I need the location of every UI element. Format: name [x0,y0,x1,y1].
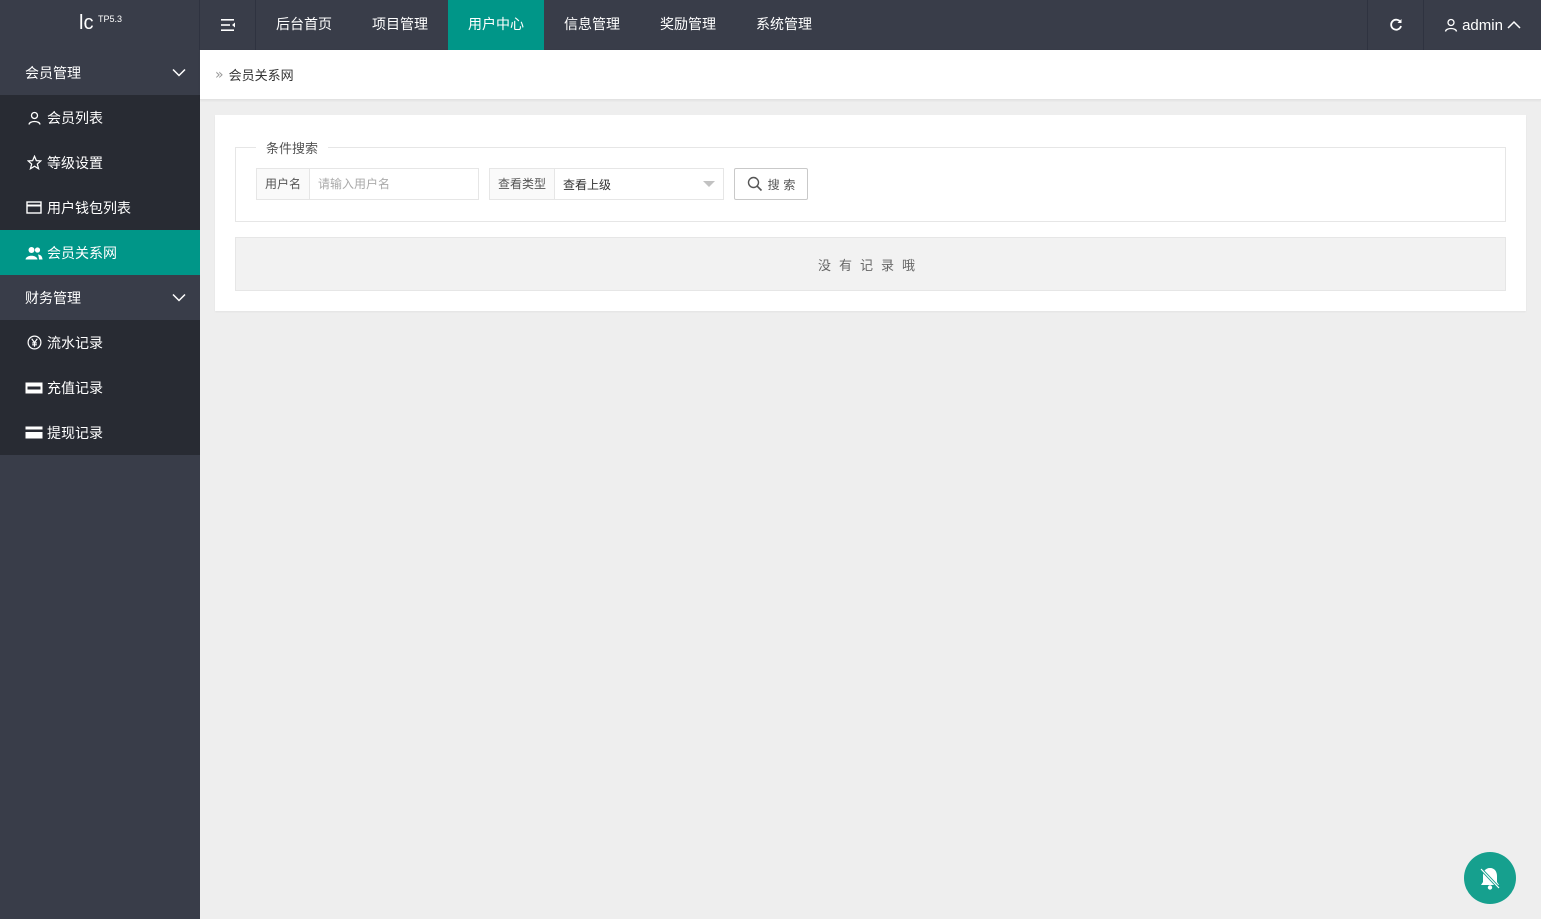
empty-state-text: 没有记录哦 [817,258,923,274]
user-menu[interactable]: admin [1423,0,1541,50]
sidebar-item-member-list[interactable]: 会员列表 [0,95,200,140]
sidebar-group-members[interactable]: 会员管理 [0,50,200,95]
sidebar-item-label: 提现记录 [47,425,103,442]
nav-projects[interactable]: 项目管理 [352,0,448,50]
content-panel: 条件搜索 用户名 查看类型 查看上级 搜 索 没有记录哦 [215,115,1526,311]
nav-system[interactable]: 系统管理 [736,0,832,50]
users-icon [25,246,43,259]
sidebar-item-label: 用户钱包列表 [47,200,131,217]
search-button[interactable]: 搜 索 [734,168,809,200]
search-fieldset: 条件搜索 用户名 查看类型 查看上级 搜 索 [235,138,1506,222]
caret-down-icon [703,181,716,187]
sidebar: 会员管理 会员列表 等级设置 用户钱包列表 会员关系网 财务管理 流水记录 充值… [0,50,200,919]
double-chevron-icon: » [215,66,224,83]
username-label: 用户名 [257,169,311,199]
view-type-select[interactable]: 查看上级 [555,169,723,199]
credit-card-icon [25,426,43,439]
sidebar-group-label: 会员管理 [25,65,81,82]
search-form: 用户名 查看类型 查看上级 搜 索 [256,168,809,200]
nav-dashboard[interactable]: 后台首页 [256,0,352,50]
sidebar-item-wallet-list[interactable]: 用户钱包列表 [0,185,200,230]
bell-off-icon [1479,867,1501,890]
search-button-label: 搜 索 [767,177,796,192]
nav-rewards[interactable]: 奖励管理 [640,0,736,50]
search-icon [747,176,762,192]
sidebar-item-transactions[interactable]: 流水记录 [0,320,200,365]
top-nav: 后台首页 项目管理 用户中心 信息管理 奖励管理 系统管理 [256,0,832,50]
floating-notification-button[interactable] [1464,852,1516,904]
chevron-up-icon [1507,20,1521,29]
sidebar-item-recharge[interactable]: 充值记录 [0,365,200,410]
username-field-group: 用户名 [256,168,480,200]
menu-fold-icon [220,19,235,31]
top-bar: lc TP5.3 后台首页 项目管理 用户中心 信息管理 奖励管理 系统管理 a… [0,0,1541,50]
user-icon [1444,18,1458,32]
refresh-button[interactable] [1367,0,1423,50]
username-input[interactable] [310,169,479,199]
nav-user-center[interactable]: 用户中心 [448,0,544,50]
empty-state: 没有记录哦 [235,237,1506,291]
search-legend: 条件搜索 [256,138,329,157]
refresh-icon [1389,18,1402,31]
paypal-card-icon [25,382,43,393]
chevron-down-icon [172,293,186,302]
sidebar-item-level-settings[interactable]: 等级设置 [0,140,200,185]
sidebar-item-withdrawal[interactable]: 提现记录 [0,410,200,455]
sidebar-item-label: 等级设置 [47,155,103,172]
view-type-label: 查看类型 [490,169,556,199]
chevron-down-icon [172,68,186,77]
logo-version: TP5.3 [98,14,123,24]
sidebar-item-member-network[interactable]: 会员关系网 [0,230,200,275]
sidebar-group-label: 财务管理 [25,290,81,307]
logo-text: lc [79,12,94,34]
sidebar-group-finance[interactable]: 财务管理 [0,275,200,320]
sidebar-item-label: 流水记录 [47,335,103,352]
yen-icon [27,335,41,350]
logo[interactable]: lc TP5.3 [0,0,200,50]
wallet-card-icon [26,201,42,214]
view-type-field-group: 查看类型 查看上级 [489,168,725,200]
sidebar-item-label: 充值记录 [47,380,103,397]
menu-toggle-button[interactable] [200,0,256,50]
user-icon [27,111,41,125]
username: admin [1462,16,1503,34]
breadcrumb-current: 会员关系网 [228,69,294,84]
star-icon [26,155,42,170]
sidebar-item-label: 会员关系网 [47,245,117,262]
breadcrumb: » 会员关系网 [200,50,1541,100]
view-type-selected: 查看上级 [563,177,612,192]
nav-info[interactable]: 信息管理 [544,0,640,50]
sidebar-item-label: 会员列表 [47,110,103,127]
